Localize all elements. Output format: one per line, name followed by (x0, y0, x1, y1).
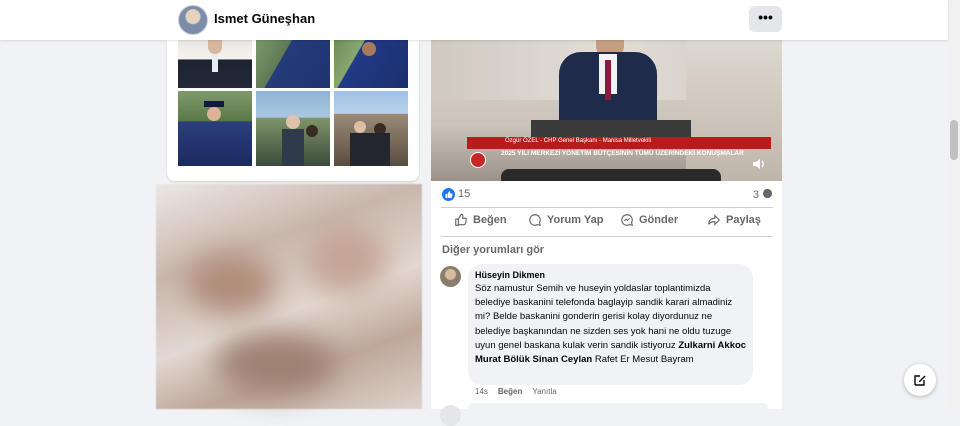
share-icon (708, 214, 721, 226)
divider (441, 236, 773, 237)
photo-thumbnail[interactable] (178, 40, 252, 88)
comment-meta: 14s Beğen Yanıtla (475, 387, 557, 396)
avatar[interactable] (178, 5, 208, 35)
post-card: Özgür ÖZEL - CHP Genel Başkanı - Manisa … (431, 40, 782, 426)
comment-reply-button[interactable]: Yanıtla (532, 387, 556, 396)
avatar[interactable] (440, 405, 461, 426)
more-icon: ••• (758, 9, 773, 25)
comment-text: Söz namustur Semih ve huseyin yoldaslar … (475, 283, 747, 366)
divider (441, 207, 773, 208)
comment-bubble: Hüseyin Dikmen Söz namustur Semih ve hus… (468, 264, 753, 385)
photo-thumbnail[interactable] (334, 91, 408, 166)
video-player[interactable]: Özgür ÖZEL - CHP Genel Başkanı - Manisa … (431, 40, 782, 181)
compose-button[interactable] (904, 364, 936, 396)
share-button[interactable]: Paylaş (707, 213, 761, 227)
scrollbar-thumb[interactable] (950, 120, 958, 160)
tv-logo-icon (470, 152, 486, 168)
comment-author[interactable]: Hüseyin Dikmen (475, 270, 545, 280)
scrollbar[interactable] (948, 0, 960, 409)
profile-header-bar: Ismet Güneşhan ••• (0, 0, 948, 40)
like-icon (455, 213, 467, 226)
like-count[interactable]: 15 (458, 188, 470, 200)
photo-thumbnail[interactable] (256, 40, 330, 88)
comment-button[interactable]: Yorum Yap (528, 213, 603, 227)
photo-thumbnail[interactable] (334, 40, 408, 88)
blurred-media (156, 184, 422, 409)
comment-like-button[interactable]: Beğen (498, 387, 522, 396)
compose-icon (914, 375, 926, 386)
photo-thumbnail[interactable] (178, 91, 252, 166)
photo-thumbnail[interactable] (256, 91, 330, 166)
like-button[interactable]: Beğen (454, 213, 507, 227)
post-actions: Beğen Yorum Yap Gönder Paylaş (431, 211, 782, 233)
reaction-summary[interactable]: 15 3 (431, 185, 782, 205)
profile-name[interactable]: Ismet Güneşhan (214, 11, 315, 26)
like-icon (442, 188, 455, 201)
send-icon (621, 214, 634, 227)
comment-count[interactable]: 3 (753, 188, 773, 201)
send-button[interactable]: Gönder (620, 213, 678, 227)
more-options-button[interactable]: ••• (749, 6, 782, 32)
comment-bubble (468, 403, 768, 409)
comment-icon (529, 214, 542, 227)
view-more-comments-link[interactable]: Diğer yorumları gör (442, 244, 544, 256)
comment-time[interactable]: 14s (475, 387, 488, 396)
video-caption-title: 2025 YILI MERKEZİ YÖNETİM BÜTÇESİNİN TÜM… (501, 150, 744, 157)
avatar[interactable] (440, 266, 461, 287)
video-caption-speaker: Özgür ÖZEL - CHP Genel Başkanı - Manisa … (505, 138, 652, 144)
comment-count-icon (762, 188, 773, 199)
volume-icon[interactable] (751, 156, 767, 172)
photos-card (167, 40, 419, 181)
